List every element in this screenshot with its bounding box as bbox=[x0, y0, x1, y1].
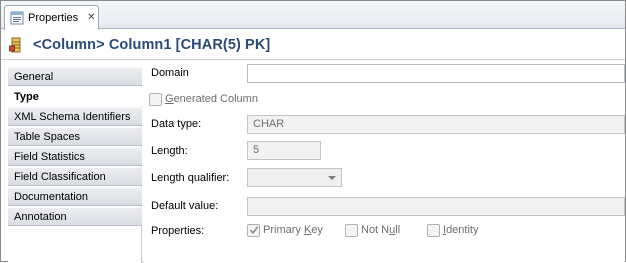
length-label: Length: bbox=[151, 145, 188, 157]
data-type-label: Data type: bbox=[151, 118, 202, 130]
sidebar-filler bbox=[8, 229, 141, 263]
sidebar-item-documentation[interactable]: Documentation bbox=[8, 187, 142, 206]
primary-key-label: Primary Key bbox=[263, 224, 323, 236]
close-icon[interactable]: ✕ bbox=[87, 13, 95, 23]
column-icon bbox=[9, 37, 21, 52]
data-type-input[interactable]: CHAR bbox=[247, 115, 625, 134]
page-title: <Column> Column1 [CHAR(5) PK] bbox=[33, 36, 271, 53]
not-null-checkbox[interactable] bbox=[345, 224, 358, 237]
generated-column-mnemonic: G bbox=[165, 93, 174, 105]
type-form: Domain Generated Column Data type: CHAR … bbox=[143, 61, 625, 263]
length-qualifier-dropdown[interactable] bbox=[247, 168, 342, 187]
sidebar-item-table-spaces[interactable]: Table Spaces bbox=[8, 127, 142, 146]
not-null-label-pre: Not N bbox=[361, 224, 390, 236]
domain-input[interactable] bbox=[247, 64, 625, 83]
properties-label: Properties: bbox=[151, 225, 205, 237]
check-icon bbox=[249, 226, 259, 235]
primary-key-label-pre: Primary bbox=[263, 224, 304, 236]
sidebar-item-general[interactable]: General bbox=[8, 67, 142, 86]
length-input[interactable]: 5 bbox=[247, 141, 321, 160]
not-null-label: Not Null bbox=[361, 224, 400, 236]
primary-key-label-post: ey bbox=[311, 224, 323, 236]
sidebar-item-xml-schema-identifiers[interactable]: XML Schema Identifiers bbox=[8, 107, 142, 126]
tab-properties-label: Properties bbox=[28, 12, 79, 24]
sidebar: General Type XML Schema Identifiers Tabl… bbox=[8, 67, 142, 263]
domain-label: Domain bbox=[151, 67, 189, 79]
sidebar-item-type[interactable]: Type bbox=[8, 87, 142, 106]
generated-column-checkbox[interactable] bbox=[149, 93, 162, 106]
chevron-down-icon bbox=[328, 176, 336, 180]
view-tab-strip: Properties ✕ bbox=[1, 1, 625, 30]
tab-properties[interactable]: Properties ✕ bbox=[4, 5, 99, 30]
primary-key-checkbox[interactable] bbox=[247, 224, 260, 237]
default-value-label: Default value: bbox=[151, 200, 219, 212]
identity-label: Identity bbox=[443, 224, 478, 236]
generated-column-label-rest: enerated Column bbox=[173, 93, 258, 105]
default-value-input[interactable] bbox=[247, 197, 625, 216]
not-null-label-post: ll bbox=[395, 224, 401, 236]
sidebar-item-annotation[interactable]: Annotation bbox=[8, 207, 142, 226]
properties-icon bbox=[10, 11, 24, 25]
generated-column-label: Generated Column bbox=[165, 93, 258, 105]
sidebar-item-field-classification[interactable]: Field Classification bbox=[8, 167, 142, 186]
identity-label-post: dentity bbox=[446, 224, 479, 236]
properties-header: <Column> Column1 [CHAR(5) PK] bbox=[1, 30, 625, 60]
identity-checkbox[interactable] bbox=[427, 224, 440, 237]
sidebar-item-field-statistics[interactable]: Field Statistics bbox=[8, 147, 142, 166]
properties-view: Properties ✕ <Column> Column1 [CHAR(5) P… bbox=[0, 0, 626, 263]
length-qualifier-label: Length qualifier: bbox=[151, 172, 230, 184]
